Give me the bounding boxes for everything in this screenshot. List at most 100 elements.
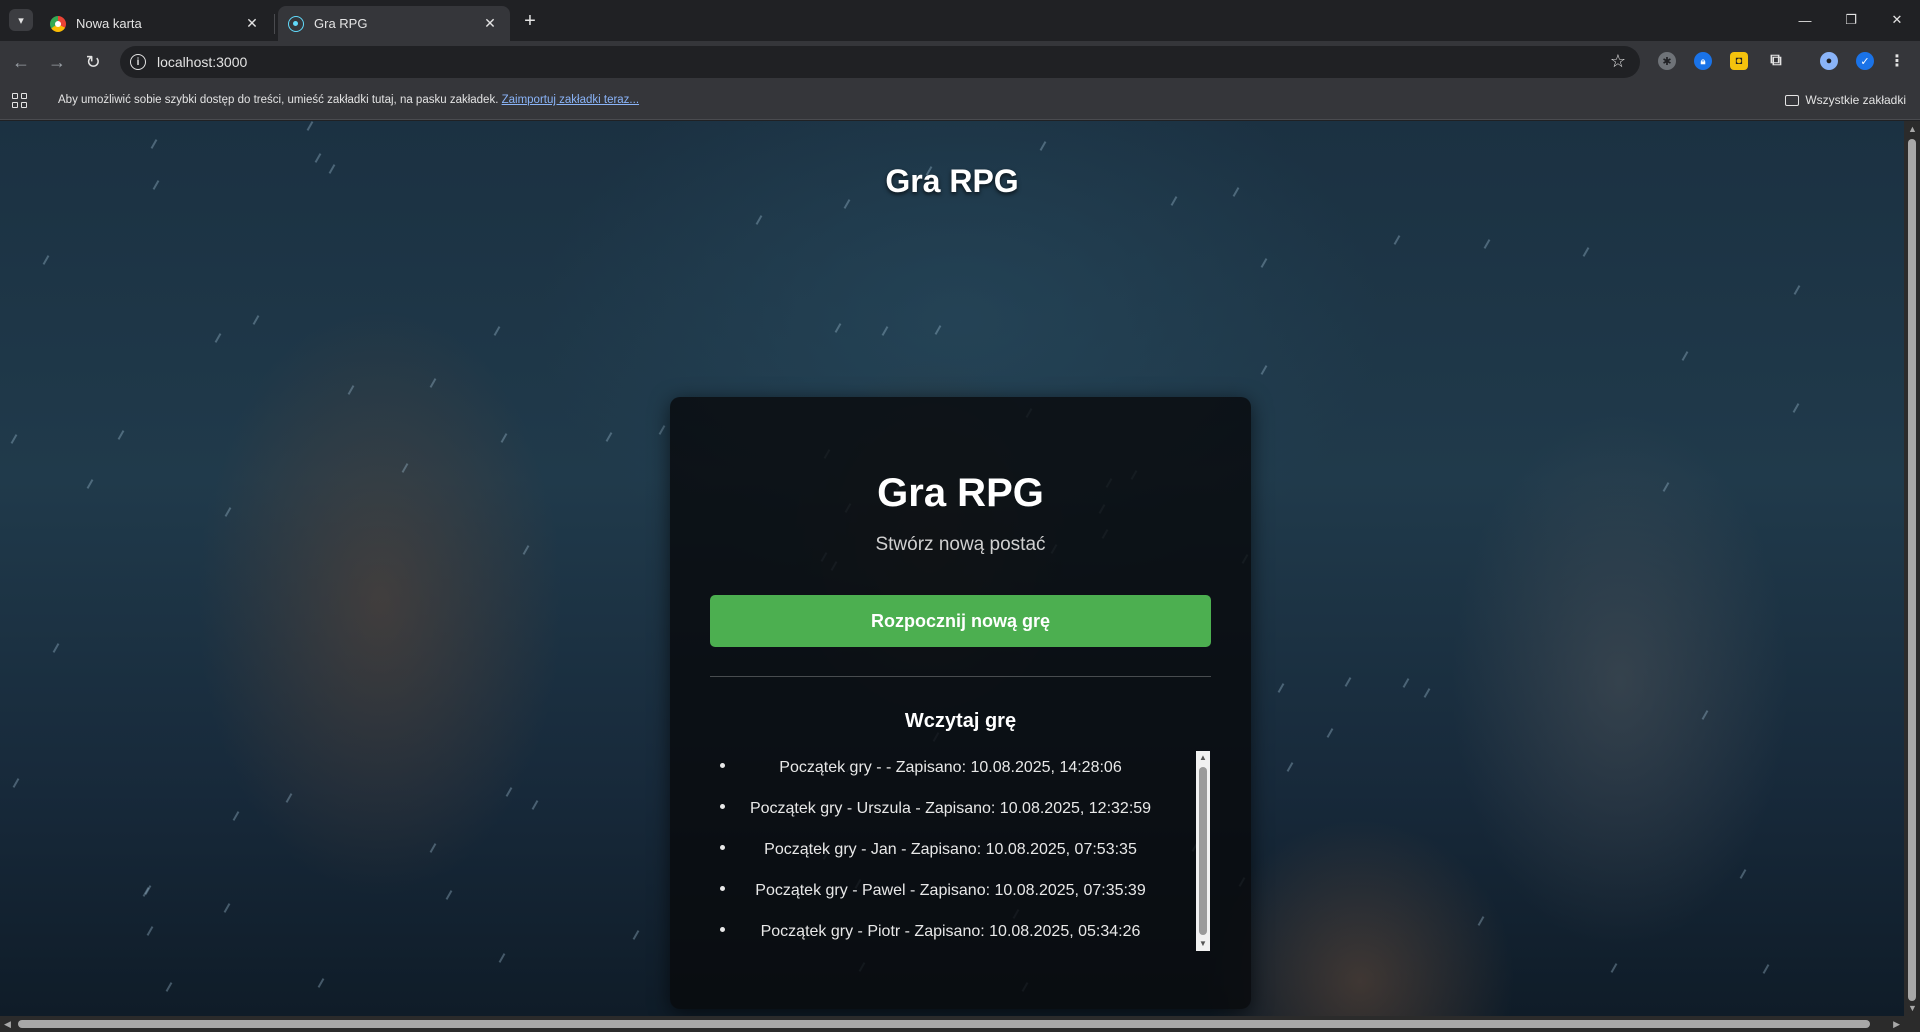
save-label[interactable]: Początek gry - Jan - Zapisano: 10.08.202… — [764, 841, 1137, 859]
snow-streak — [881, 326, 889, 336]
snow-streak — [1402, 678, 1410, 688]
snow-streak — [632, 930, 640, 940]
snow-streak — [1662, 482, 1670, 492]
save-label[interactable]: Początek gry - Urszula - Zapisano: 10.08… — [750, 800, 1151, 818]
bookmark-star-icon[interactable]: ☆ — [1610, 51, 1626, 72]
scrollbar-thumb[interactable] — [1908, 139, 1916, 1001]
window-close-icon[interactable]: ✕ — [1874, 6, 1920, 34]
extensions-puzzle-icon[interactable]: ⧉ — [1767, 52, 1785, 70]
save-list-item[interactable]: Początek gry - Urszula - Zapisano: 10.08… — [710, 788, 1211, 829]
snow-streak — [224, 507, 232, 517]
save-list-item[interactable]: Początek gry - Piotr - Zapisano: 10.08.2… — [710, 911, 1211, 947]
tab-close-icon[interactable]: ✕ — [242, 14, 262, 34]
snow-streak — [522, 545, 530, 555]
snow-streak — [317, 978, 325, 988]
snow-streak — [658, 425, 666, 435]
snow-streak — [146, 926, 154, 936]
save-list-item[interactable]: Początek gry - - Zapisano: 10.08.2025, 1… — [710, 747, 1211, 788]
url-text[interactable]: localhost:3000 — [157, 54, 247, 70]
tab-close-icon[interactable]: ✕ — [480, 14, 500, 34]
save-list-item[interactable]: Początek gry - Jan - Zapisano: 10.08.202… — [710, 829, 1211, 870]
bookmarks-hint: Aby umożliwić sobie szybki dostęp do tre… — [58, 94, 639, 106]
snow-streak — [843, 199, 851, 209]
tab-gra-rpg[interactable]: Gra RPG ✕ — [278, 6, 510, 41]
scroll-right-arrow-icon[interactable]: ▶ — [1893, 1019, 1900, 1030]
all-bookmarks-button[interactable]: Wszystkie zakładki — [1785, 93, 1906, 107]
folder-icon — [1785, 94, 1800, 106]
page-viewport: Gra RPG Gra RPG Stwórz nową postać Rozpo… — [0, 121, 1904, 1016]
snow-streak — [52, 643, 60, 653]
scrollbar-thumb[interactable] — [18, 1020, 1870, 1028]
snow-streak — [500, 433, 508, 443]
scroll-up-arrow-icon[interactable]: ▲ — [1908, 124, 1917, 134]
scroll-down-arrow-icon[interactable]: ▼ — [1908, 1003, 1917, 1013]
bookmarks-hint-text: Aby umożliwić sobie szybki dostęp do tre… — [58, 94, 499, 106]
snow-streak — [934, 325, 942, 335]
snow-streak — [755, 215, 763, 225]
tab-strip: ▾ Nowa karta ✕ Gra RPG ✕ + — ❐ ✕ — [0, 0, 1920, 41]
chrome-favicon-icon — [50, 15, 66, 32]
snow-streak — [1701, 710, 1709, 720]
snow-streak — [401, 463, 409, 473]
extension-yellow-icon[interactable]: ◘ — [1730, 52, 1748, 70]
kebab-menu-icon[interactable]: ⋮ — [1888, 52, 1906, 70]
site-info-icon[interactable]: i — [130, 54, 146, 70]
snow-streak — [498, 953, 506, 963]
tab-new-tab[interactable]: Nowa karta ✕ — [40, 6, 272, 41]
snow-streak — [252, 315, 260, 325]
scroll-down-arrow-icon[interactable]: ▼ — [1198, 939, 1208, 949]
scrollbar-thumb[interactable] — [1199, 767, 1207, 935]
snow-streak — [306, 121, 314, 131]
all-bookmarks-label: Wszystkie zakładki — [1805, 93, 1906, 107]
snow-streak — [314, 153, 322, 163]
snow-streak — [42, 255, 50, 265]
apps-grid-icon[interactable] — [12, 93, 27, 108]
save-list-item[interactable]: Początek gry - Pawel - Zapisano: 10.08.2… — [710, 870, 1211, 911]
import-bookmarks-link[interactable]: Zaimportuj zakładki teraz... — [502, 94, 639, 106]
snow-streak — [232, 811, 240, 821]
page-horizontal-scrollbar[interactable]: ◀ ▶ — [0, 1016, 1904, 1032]
snow-streak — [1277, 683, 1285, 693]
profile-avatar-icon[interactable]: ● — [1820, 52, 1838, 70]
save-label[interactable]: Początek gry - - Zapisano: 10.08.2025, 1… — [779, 759, 1121, 777]
divider — [710, 676, 1211, 677]
restore-icon[interactable]: ❐ — [1828, 6, 1874, 34]
snow-streak — [144, 885, 152, 895]
new-tab-plus-icon[interactable]: + — [518, 9, 542, 33]
snow-streak — [347, 385, 355, 395]
snow-streak — [493, 326, 501, 336]
back-arrow-left-icon[interactable]: ← — [7, 48, 35, 76]
address-bar[interactable]: i localhost:3000 ☆ — [120, 46, 1640, 78]
snow-streak — [1260, 365, 1268, 375]
forward-arrow-right-icon[interactable]: → — [43, 48, 71, 76]
extension-gear-icon[interactable]: ✱ — [1658, 52, 1676, 70]
card-subtitle: Stwórz nową postać — [875, 534, 1046, 555]
menu-card: Gra RPG Stwórz nową postać Rozpocznij no… — [670, 397, 1251, 1009]
extension-check-icon[interactable]: ✓ — [1856, 52, 1874, 70]
save-label[interactable]: Początek gry - Piotr - Zapisano: 10.08.2… — [761, 923, 1141, 941]
snow-streak — [285, 793, 293, 803]
react-favicon-icon — [288, 15, 304, 32]
tab-separator — [274, 14, 275, 34]
scroll-left-arrow-icon[interactable]: ◀ — [4, 1019, 11, 1030]
snow-streak — [1610, 963, 1618, 973]
tab-search-chevron-down-icon[interactable]: ▾ — [9, 9, 33, 31]
tab-title: Nowa karta — [76, 16, 142, 31]
new-game-button[interactable]: Rozpocznij nową grę — [710, 595, 1211, 647]
snow-streak — [1477, 916, 1485, 926]
scrollbar-corner — [1904, 1016, 1920, 1032]
page-vertical-scrollbar[interactable]: ▲ ▼ — [1904, 121, 1920, 1016]
extension-lock-icon[interactable]: 🔒︎ — [1694, 52, 1712, 70]
snow-streak — [150, 139, 158, 149]
snow-streak — [1344, 677, 1352, 687]
reload-icon[interactable]: ↻ — [79, 48, 107, 76]
page-heading: Gra RPG — [885, 163, 1019, 199]
load-game-heading: Wczytaj grę — [904, 710, 1017, 732]
save-label[interactable]: Początek gry - Pawel - Zapisano: 10.08.2… — [755, 882, 1145, 900]
save-list-scrollbar[interactable]: ▲ ▼ — [1196, 751, 1210, 951]
scroll-up-arrow-icon[interactable]: ▲ — [1198, 753, 1208, 763]
snow-streak — [1393, 235, 1401, 245]
save-list: Początek gry - - Zapisano: 10.08.2025, 1… — [710, 747, 1211, 947]
card-title: Gra RPG — [877, 471, 1044, 515]
minimize-icon[interactable]: — — [1782, 6, 1828, 34]
